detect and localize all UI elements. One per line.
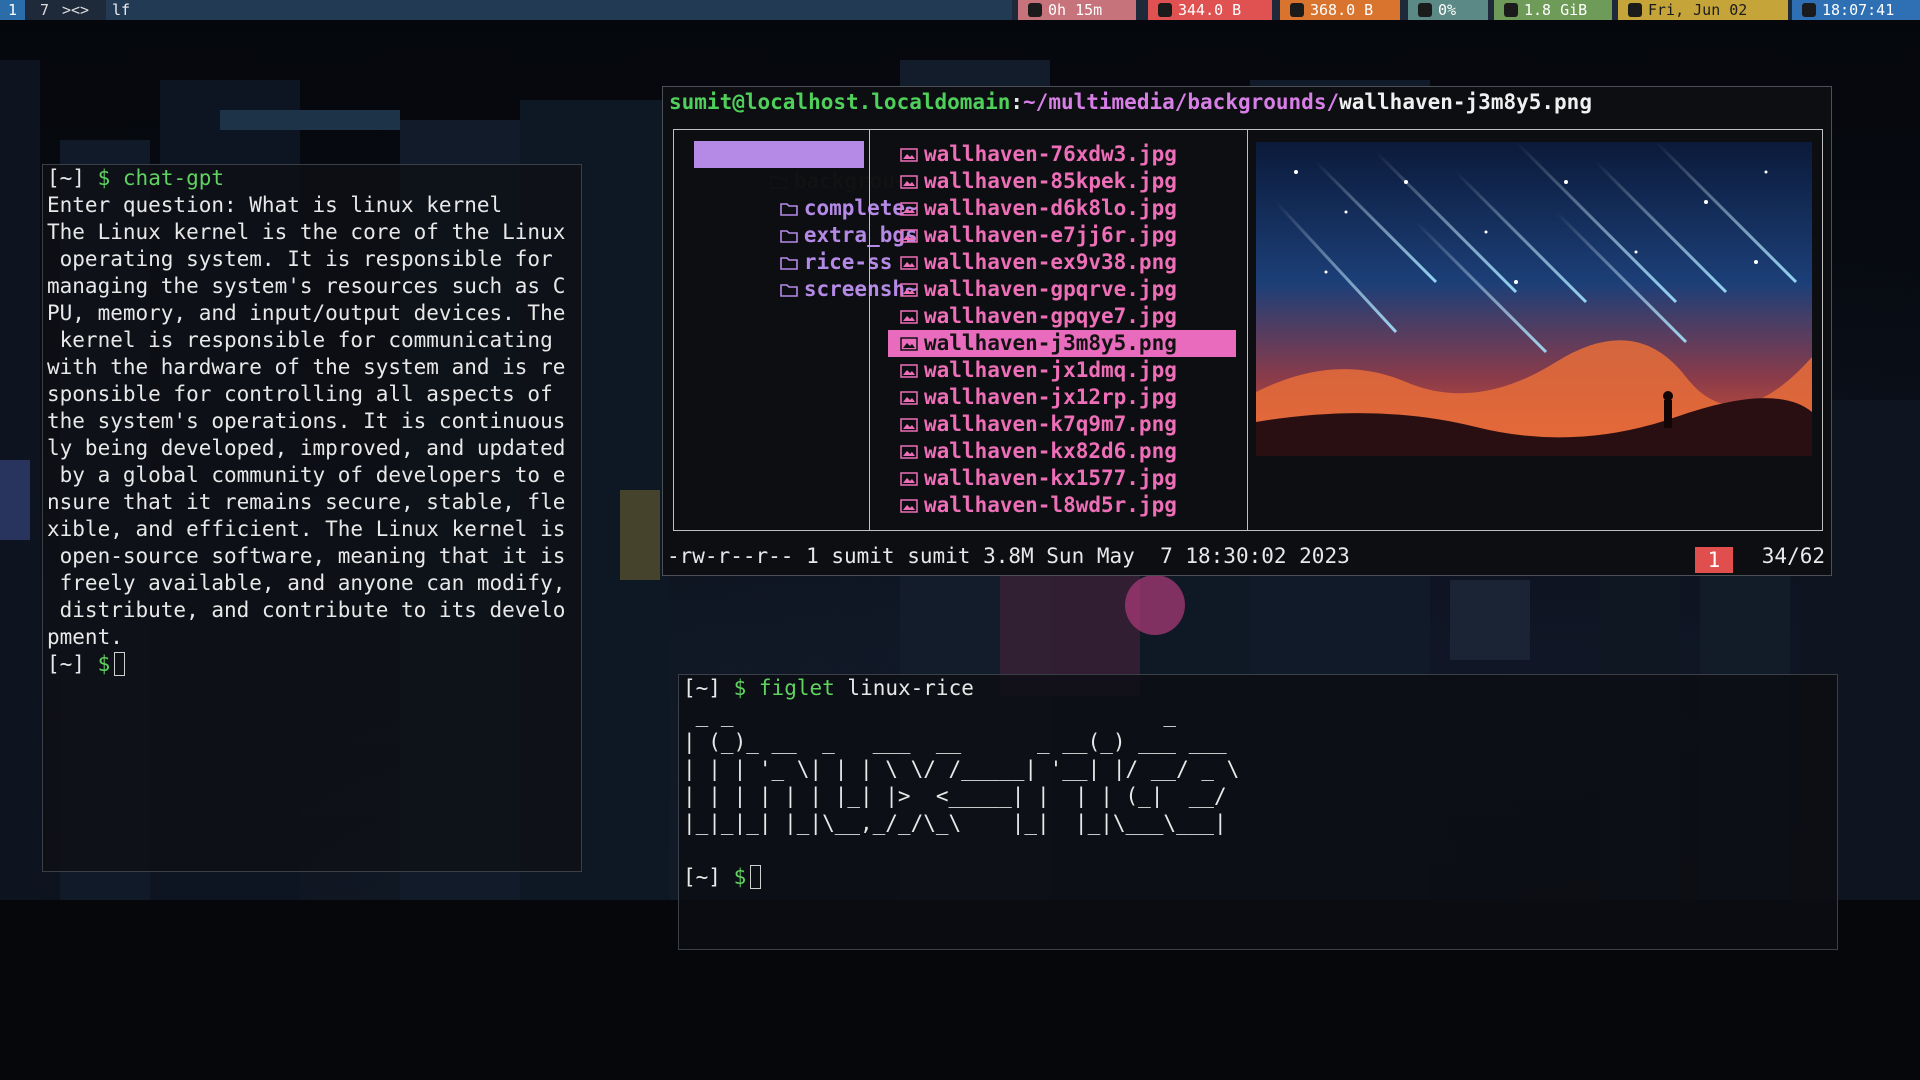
command-text: figlet xyxy=(758,676,835,700)
output-line: operating system. It is responsible for xyxy=(47,247,553,271)
memory-module: 1.8 GiB xyxy=(1494,0,1612,20)
file-entry[interactable]: wallhaven-jx1dmq.jpg xyxy=(900,357,1177,384)
image-file-icon xyxy=(900,445,918,459)
output-line: The Linux kernel is the core of the Linu… xyxy=(47,220,566,244)
calendar-icon xyxy=(1628,3,1642,17)
file-entry[interactable]: wallhaven-l8wd5r.jpg xyxy=(900,492,1177,519)
figlet-art-line: | | | '_ \| | | \ \/ /_____| '__| |/ __/… xyxy=(683,757,1240,781)
file-entry[interactable]: wallhaven-kx1577.jpg xyxy=(900,465,1177,492)
image-file-icon xyxy=(900,175,918,189)
output-line: Enter question: What is linux kernel xyxy=(47,193,503,217)
image-file-icon xyxy=(900,418,918,432)
workspace-1-button[interactable]: 1 xyxy=(0,0,26,20)
terminal-chat-gpt[interactable]: [~] $ chat-gpt Enter question: What is l… xyxy=(42,164,582,872)
prompt-line: [~] $ chat-gpt xyxy=(47,166,225,190)
lf-current-path: sumit@localhost.localdomain:~/multimedia… xyxy=(669,90,1592,114)
layout-indicator[interactable]: ><> xyxy=(62,0,89,20)
cpu-module: 0% xyxy=(1408,0,1488,20)
file-entry[interactable]: wallhaven-d6k8lo.jpg xyxy=(900,195,1177,222)
terminal-figlet[interactable]: [~] $ figlet linux-rice _ _ _ | (_)_ __ … xyxy=(678,674,1838,950)
file-entry[interactable]: wallhaven-76xdw3.jpg xyxy=(900,141,1177,168)
output-line: kernel is responsible for communicating xyxy=(47,328,553,352)
image-file-icon xyxy=(900,499,918,513)
command-text: chat-gpt xyxy=(122,166,225,190)
output-line: PU, memory, and input/output devices. Th… xyxy=(47,301,566,325)
clock-module: 18:07:41 xyxy=(1792,0,1920,20)
file-position-counter: 34/62 xyxy=(1761,544,1825,568)
parent-dir-pane: backgrou~ complete~ extra_bgs rice-ss sc… xyxy=(673,129,918,531)
file-entry-selected[interactable]: wallhaven-j3m8y5.png xyxy=(888,330,1236,357)
image-file-icon xyxy=(900,364,918,378)
command-argument: linux-rice xyxy=(847,676,974,700)
dir-entry[interactable]: backgrou~ xyxy=(694,141,908,193)
figlet-art-line: _ _ _ xyxy=(683,703,1303,727)
file-entry[interactable]: wallhaven-85kpek.jpg xyxy=(900,168,1177,195)
wallpaper-preview-image xyxy=(1256,142,1812,456)
image-preview-pane xyxy=(1247,129,1823,531)
image-file-icon xyxy=(900,472,918,486)
download-module: 368.0 B xyxy=(1280,0,1400,20)
selection-count-badge: 1 xyxy=(1695,547,1733,573)
window-title: lf xyxy=(106,0,1012,20)
output-line: with the hardware of the system and is r… xyxy=(47,355,566,379)
output-line: the system's operations. It is continuou… xyxy=(47,409,566,433)
file-entry[interactable]: wallhaven-ex9v38.png xyxy=(900,249,1177,276)
prompt-line: [~] $ xyxy=(47,651,126,678)
prompt-line: [~] $ figlet linux-rice xyxy=(683,676,974,700)
date-module: Fri, Jun 02 xyxy=(1618,0,1788,20)
lf-file-manager[interactable]: sumit@localhost.localdomain:~/multimedia… xyxy=(662,86,1832,576)
clock-icon xyxy=(1802,3,1816,17)
upload-icon xyxy=(1158,3,1172,17)
output-line: xible, and efficient. The Linux kernel i… xyxy=(47,517,566,541)
uptime-icon xyxy=(1028,3,1042,17)
figlet-art-line: | | | | | | |_| |> <_____| | | | (_| __/ xyxy=(683,784,1227,808)
output-line: sponsible for controlling all aspects of xyxy=(47,382,553,406)
download-icon xyxy=(1290,3,1304,17)
figlet-art-line: |_|_|_| |_|\__,_/_/\_\ |_| |_|\___\___| xyxy=(683,811,1227,835)
prompt-line: [~] $ xyxy=(683,864,762,891)
file-entry[interactable]: wallhaven-kx82d6.png xyxy=(900,438,1177,465)
output-line: by a global community of developers to e xyxy=(47,463,566,487)
image-file-icon xyxy=(900,256,918,270)
upload-module: 344.0 B xyxy=(1148,0,1272,20)
memory-icon xyxy=(1504,3,1518,17)
output-line: nsure that it remains secure, stable, fl… xyxy=(47,490,566,514)
output-line: freely available, and anyone can modify, xyxy=(47,571,566,595)
image-file-icon xyxy=(900,310,918,324)
output-line: managing the system's resources such as … xyxy=(47,274,566,298)
output-line: distribute, and contribute to its develo xyxy=(47,598,566,622)
image-file-icon xyxy=(900,283,918,297)
folder-icon xyxy=(780,284,798,297)
workspace-7-button[interactable]: 7 xyxy=(32,0,57,20)
image-file-icon xyxy=(900,391,918,405)
image-file-icon xyxy=(900,148,918,162)
file-entry[interactable]: wallhaven-e7jj6r.jpg xyxy=(900,222,1177,249)
uptime-module: 0h 15m xyxy=(1018,0,1136,20)
file-entry[interactable]: wallhaven-gpqrve.jpg xyxy=(900,276,1177,303)
image-file-icon xyxy=(900,229,918,243)
terminal-cursor[interactable] xyxy=(114,652,126,676)
file-entry[interactable]: wallhaven-k7q9m7.png xyxy=(900,411,1177,438)
status-bar: 1 7 ><> lf 0h 15m 344.0 B 368.0 B 0% 1.8… xyxy=(0,0,1920,20)
terminal-cursor[interactable] xyxy=(750,865,762,889)
cpu-icon xyxy=(1418,3,1432,17)
file-info-status: -rw-r--r-- 1 sumit sumit 3.8M Sun May 7 … xyxy=(667,544,1350,568)
output-line: pment. xyxy=(47,625,123,649)
file-entry[interactable]: wallhaven-gpqye7.jpg xyxy=(900,303,1177,330)
dir-entry[interactable]: rice-ss xyxy=(704,222,892,274)
image-file-icon xyxy=(900,202,918,216)
output-line: open-source software, meaning that it is xyxy=(47,544,566,568)
figlet-art-line: | (_)_ __ _ ___ __ _ __(_) ___ ___ xyxy=(683,730,1240,754)
image-file-icon xyxy=(900,337,918,351)
current-dir-pane: wallhaven-76xdw3.jpg wallhaven-85kpek.jp… xyxy=(869,129,1248,531)
output-line: ly being developed, improved, and update… xyxy=(47,436,566,460)
file-entry[interactable]: wallhaven-jx12rp.jpg xyxy=(900,384,1177,411)
